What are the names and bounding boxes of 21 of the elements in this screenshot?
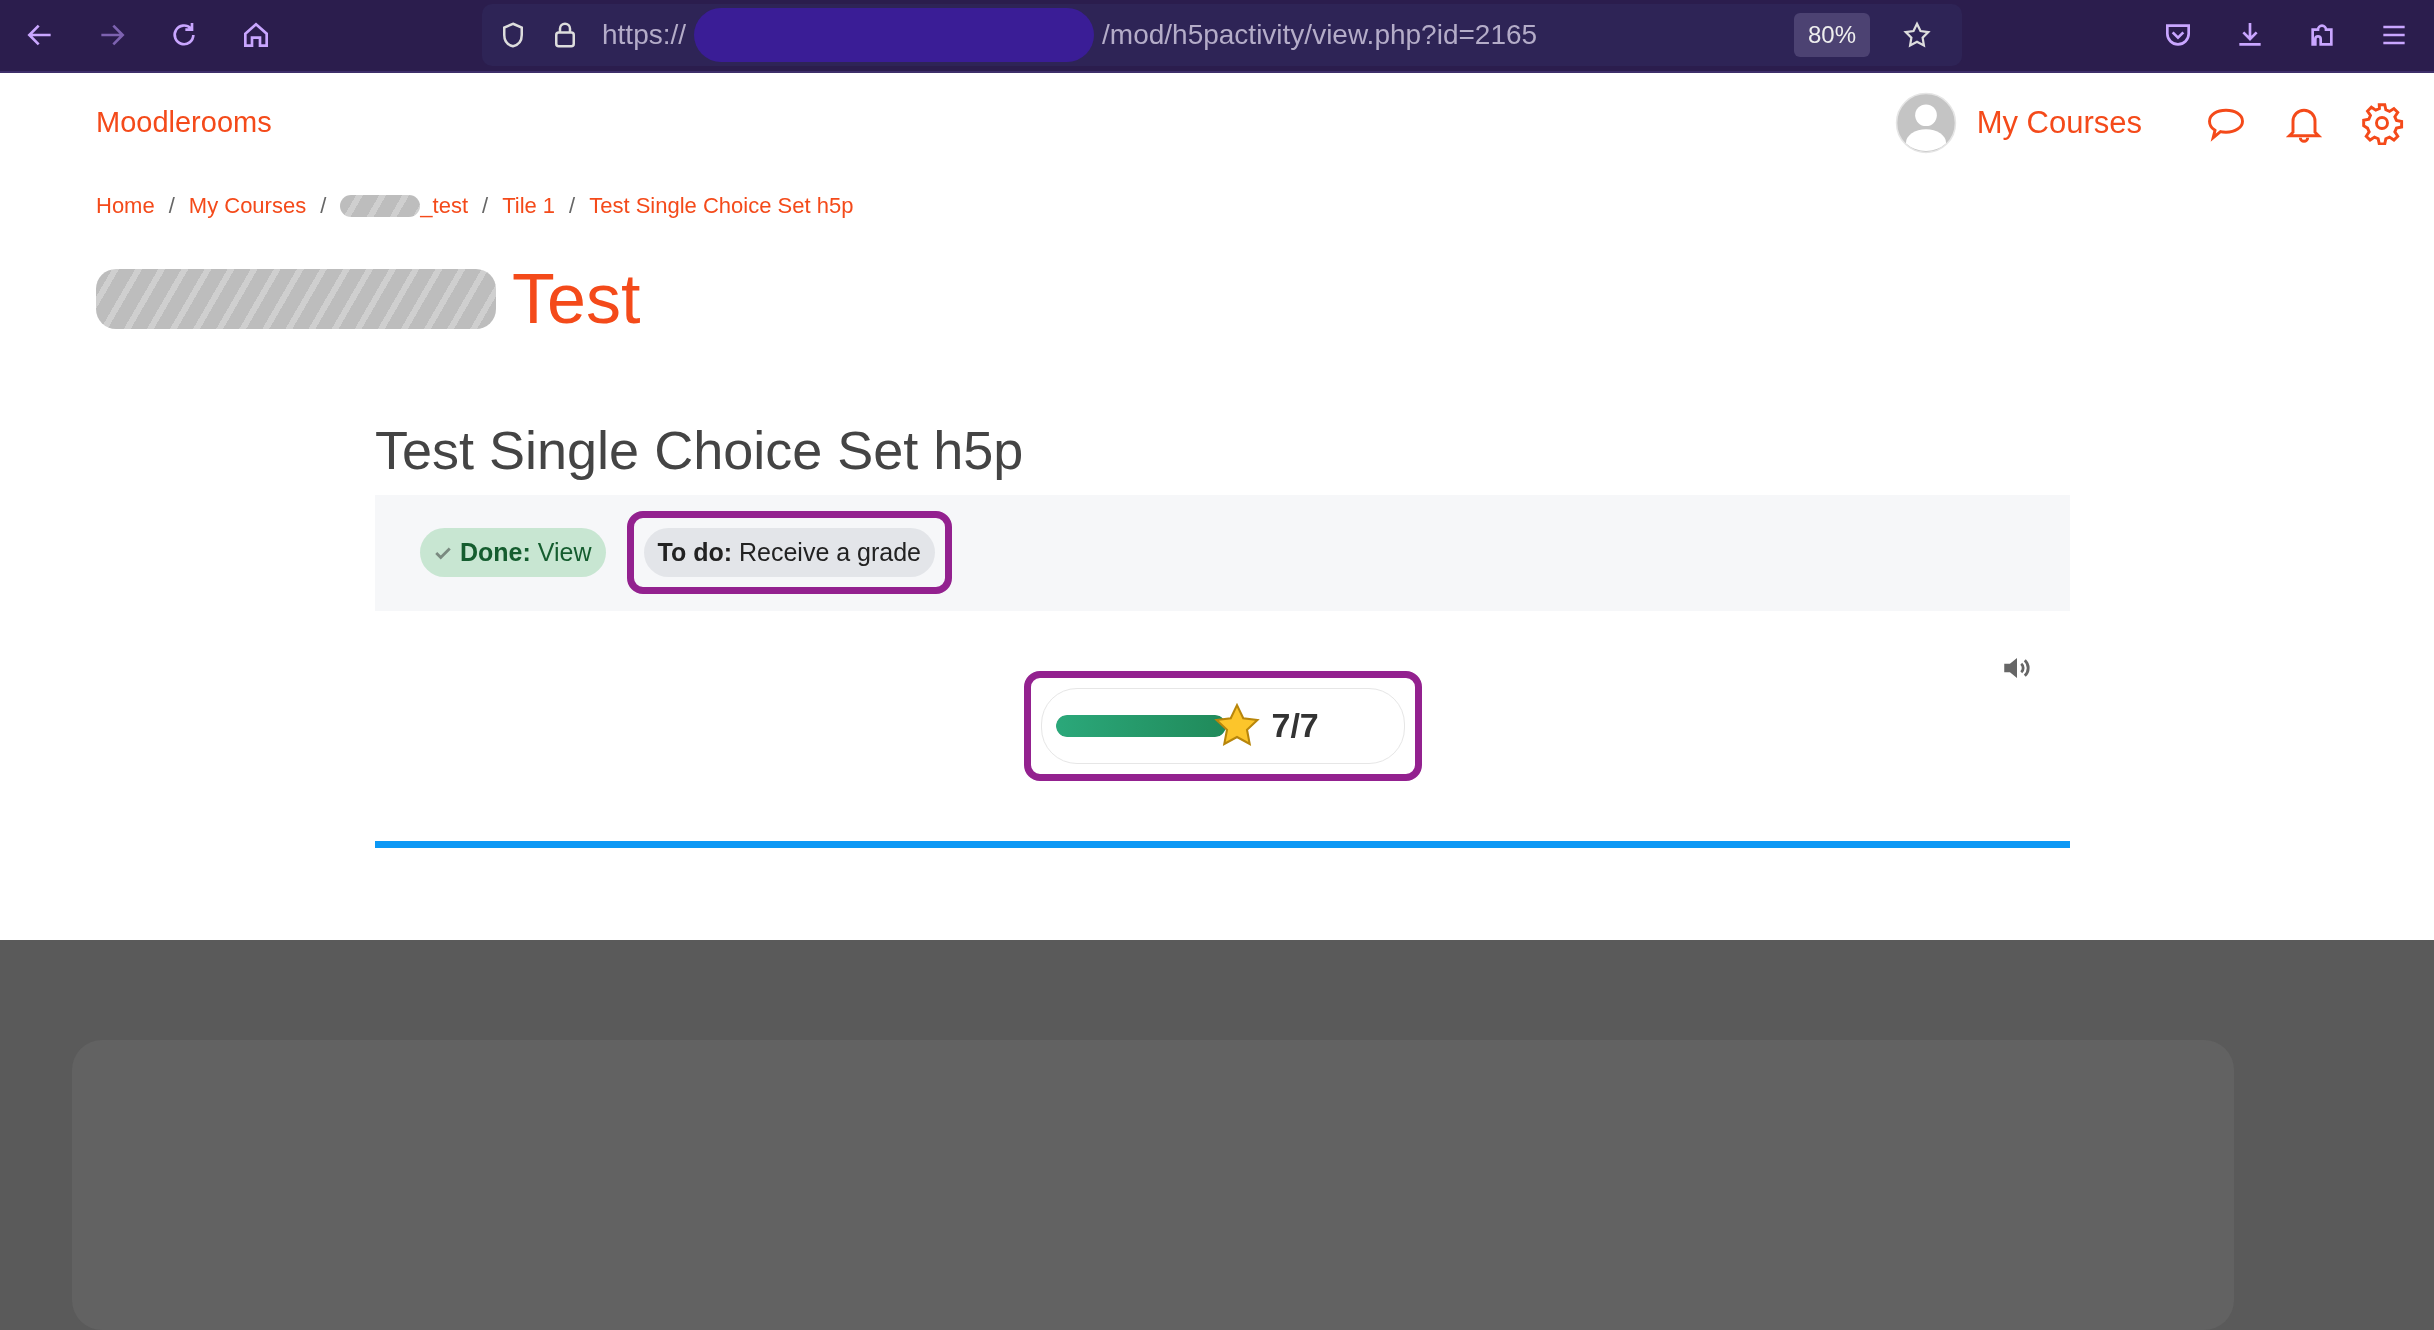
breadcrumb-separator: / <box>168 192 175 219</box>
breadcrumb-separator: / <box>569 192 576 219</box>
breadcrumb-link[interactable]: Tile 1 <box>502 192 556 219</box>
url-text: https:// <box>602 19 687 52</box>
activity-title: Test Single Choice Set h5p <box>375 418 1025 481</box>
breadcrumb-link[interactable]: My Courses <box>188 192 307 219</box>
breadcrumb-link[interactable]: _test <box>420 192 468 219</box>
course-title: Test <box>512 258 641 339</box>
breadcrumb-link[interactable]: Test Single Choice Set h5p <box>589 192 854 219</box>
breadcrumb-link[interactable]: Home <box>96 192 155 219</box>
score-text: 7/7 <box>1271 706 1319 746</box>
settings-icon[interactable] <box>2360 100 2404 145</box>
completion-text: To do: Receive a grade <box>657 538 922 568</box>
site-name-link[interactable]: Moodlerooms <box>96 106 272 140</box>
zoom-level[interactable]: 80% <box>1793 13 1870 58</box>
breadcrumb-separator: / <box>320 192 327 219</box>
my-courses-link[interactable]: My Courses <box>1976 104 2142 141</box>
completion-text: Done: View <box>460 538 592 568</box>
url-text: /mod/h5pactivity/view.php?id=2165 <box>1102 19 1538 52</box>
address-bar[interactable]: https:// /mod/h5pactivity/view.php?id=2165 80% <box>482 4 1962 67</box>
breadcrumb-separator: / <box>482 192 489 219</box>
